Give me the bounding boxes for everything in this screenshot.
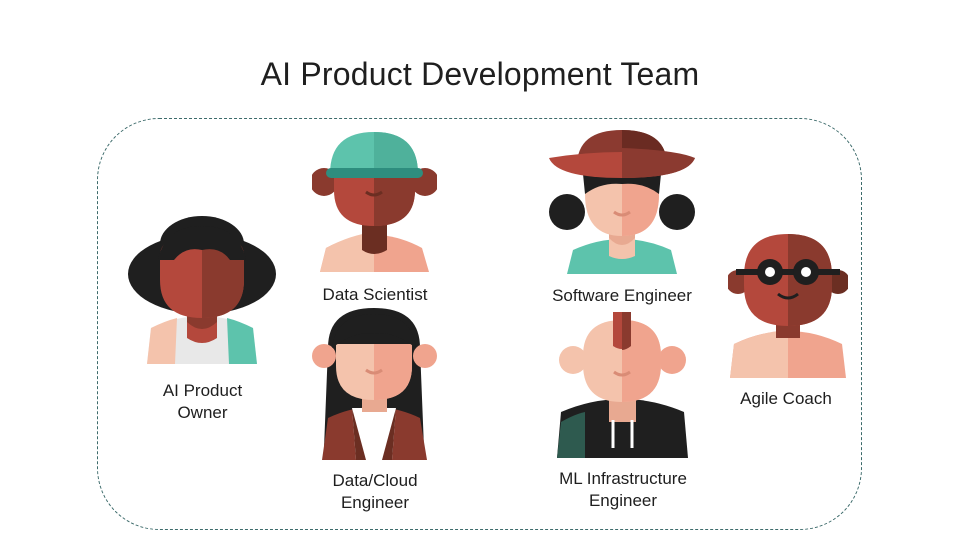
label-line: Data/Cloud: [332, 471, 418, 490]
label-line: Engineer: [588, 491, 658, 510]
label-line: Agile Coach: [740, 389, 832, 408]
member-label-data-scientist: Data Scientist: [305, 284, 445, 306]
member-label-software-engineer: Software Engineer: [536, 285, 708, 307]
member-label-ml-infrastructure-engineer: ML Infrastructure Engineer: [542, 468, 704, 512]
member-label-data-cloud-engineer: Data/Cloud Engineer: [315, 470, 435, 514]
cap-avatar-icon: [312, 132, 437, 272]
label-line: Software Engineer: [552, 286, 692, 305]
page-title: AI Product Development Team: [260, 56, 700, 92]
label-line: AI Product: [162, 381, 243, 400]
member-label-ai-product-owner: AI Product Owner: [145, 380, 260, 424]
label-line: Engineer: [340, 493, 410, 512]
long-hair-avatar-icon: [312, 308, 437, 460]
slide: AI Product Development Team AI Product O…: [0, 0, 960, 540]
sun-hat-avatar-icon: [549, 130, 695, 274]
member-label-agile-coach: Agile Coach: [726, 388, 846, 410]
woman-bun-avatar-icon: [128, 216, 276, 364]
bald-glasses-avatar-icon: [728, 234, 848, 378]
label-line: ML Infrastructure: [559, 469, 687, 488]
label-line: Data Scientist: [322, 285, 428, 304]
mohawk-avatar-icon: [557, 312, 688, 458]
label-line: Owner: [177, 403, 228, 422]
